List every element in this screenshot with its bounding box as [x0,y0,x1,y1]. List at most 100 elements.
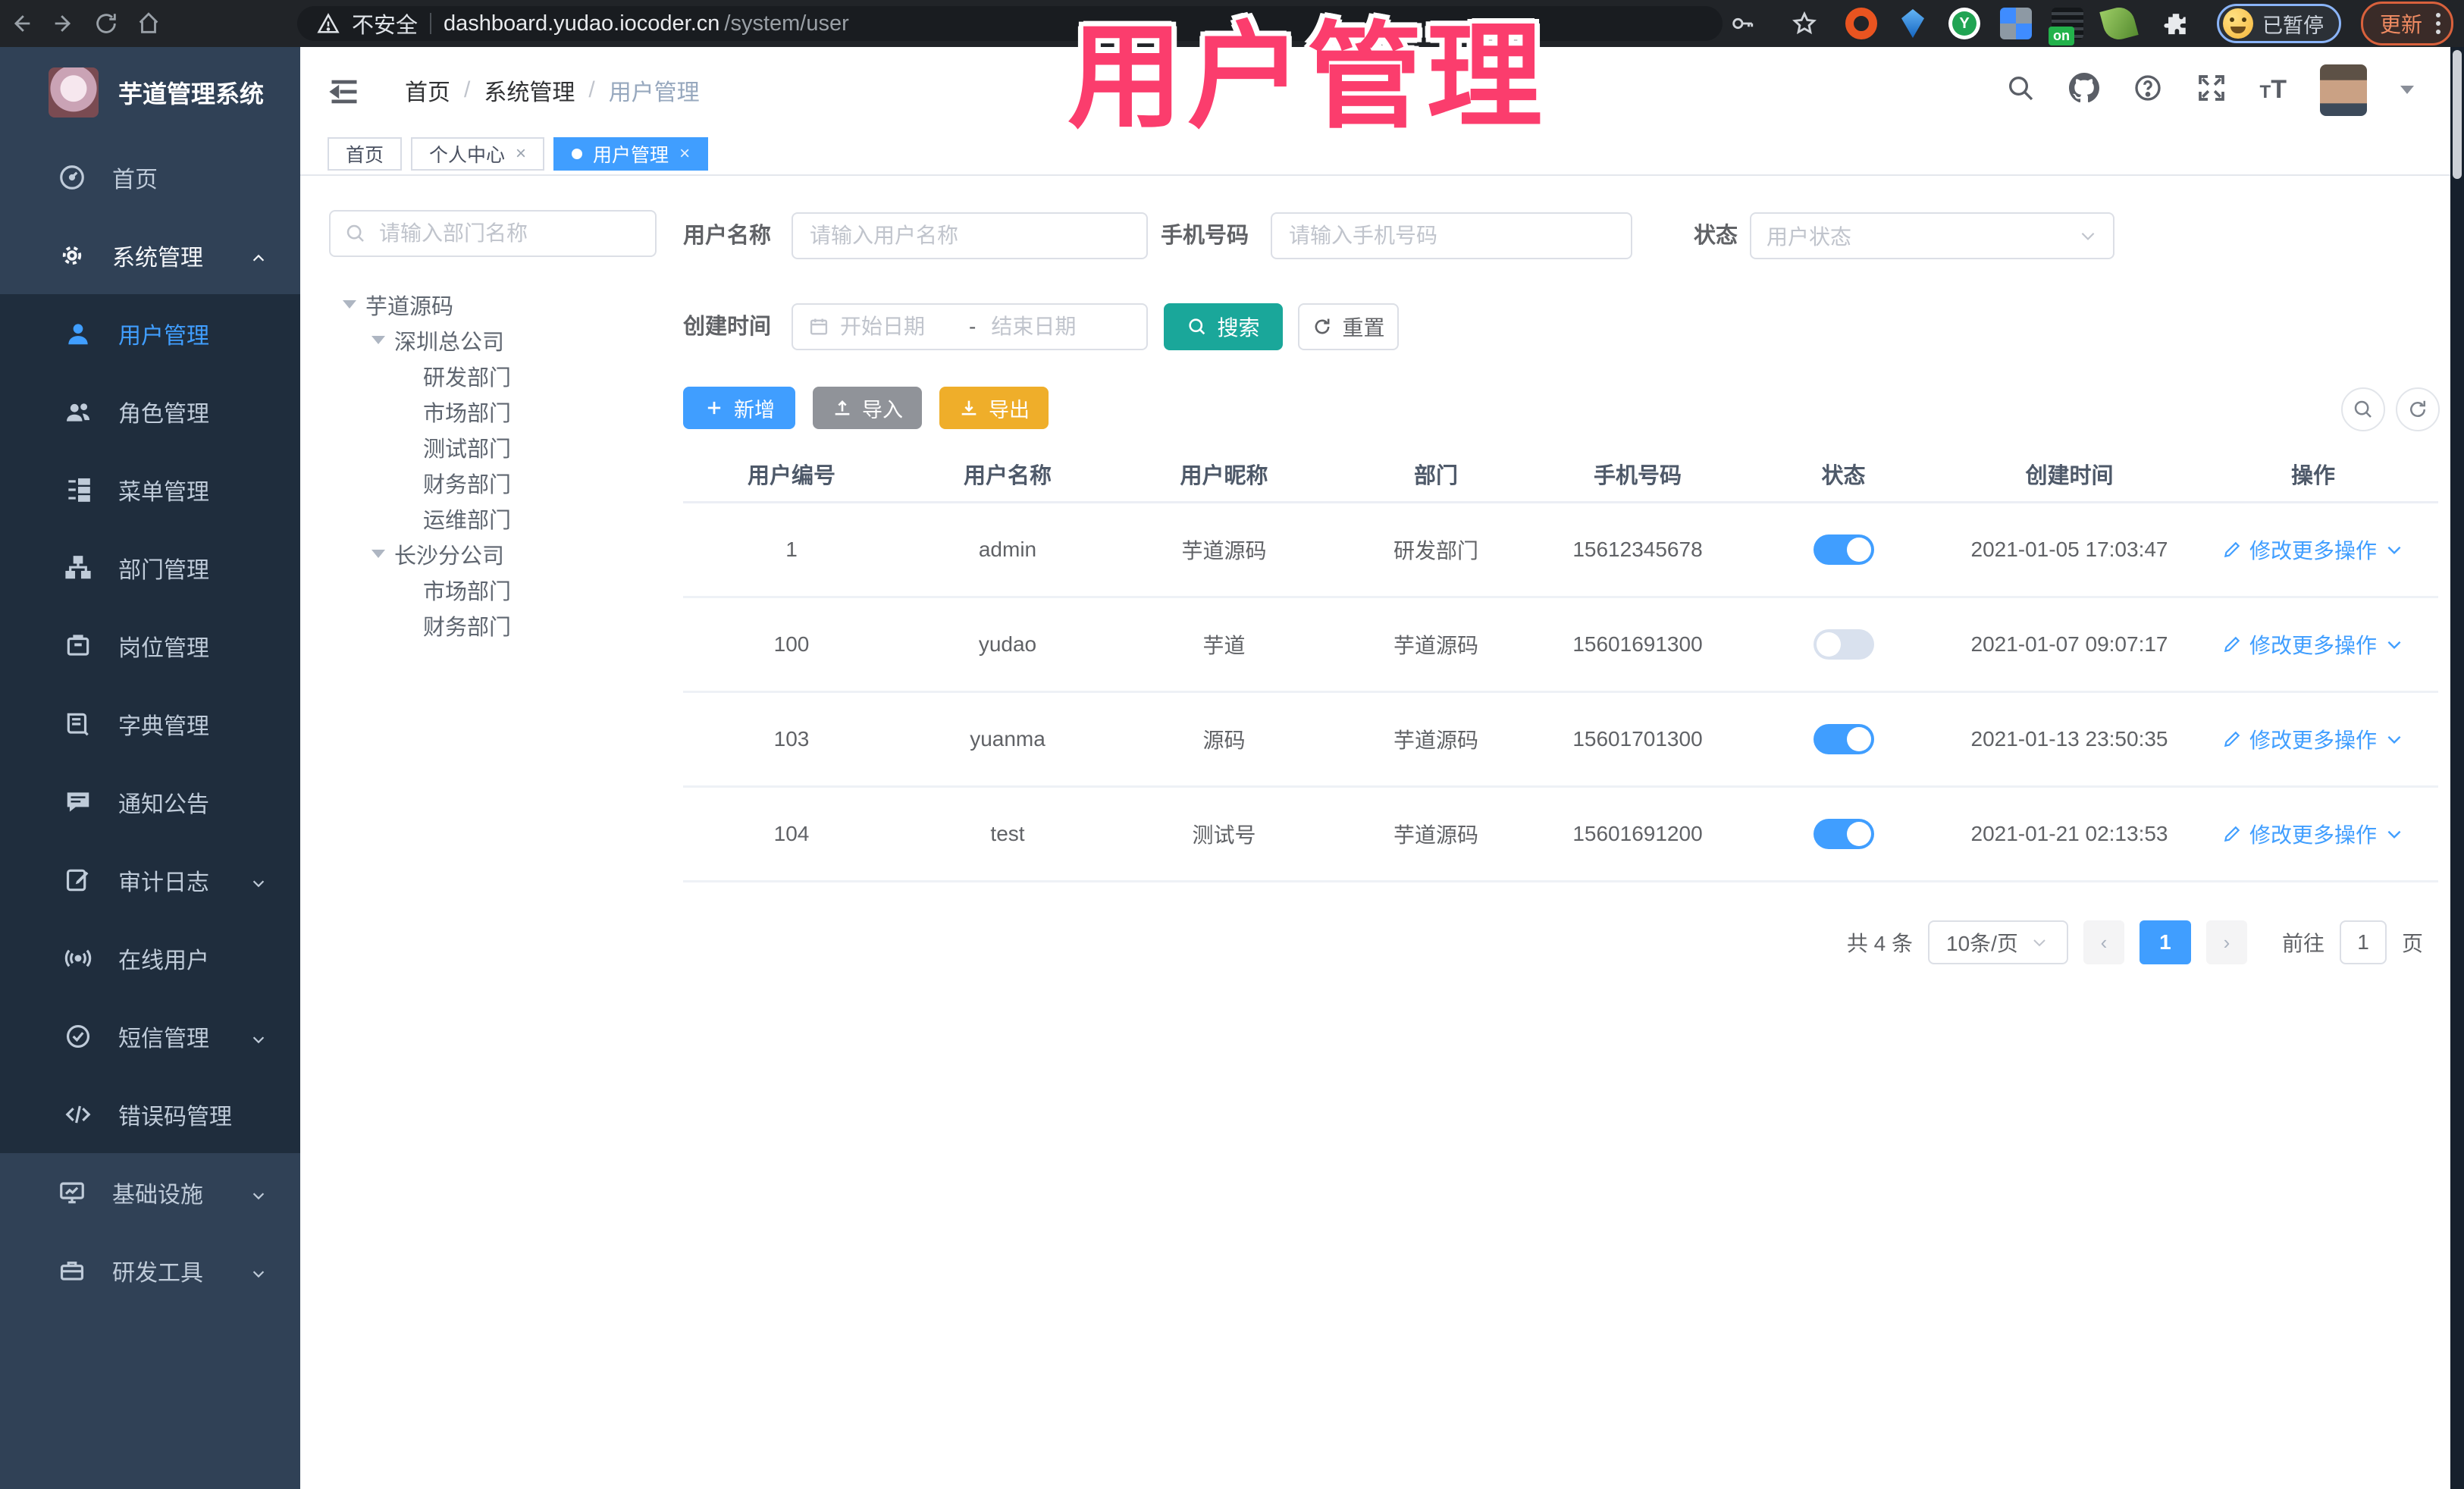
profile-chip[interactable]: 已暂停 [2216,4,2341,43]
sidebar-item-users[interactable]: 用户管理 [0,294,300,372]
back-icon[interactable] [0,2,42,45]
tree-node[interactable]: 研发部门 [329,358,663,393]
edit-link[interactable]: 修改 [2222,629,2292,660]
edit-link[interactable]: 修改 [2222,534,2292,565]
home-icon[interactable] [127,2,170,45]
more-actions-link[interactable]: 更多操作 [2292,534,2404,565]
search-button[interactable]: 搜索 [1164,303,1283,350]
status-toggle[interactable] [1813,534,1874,565]
tree-node[interactable]: 测试部门 [329,429,663,465]
sidebar-item-online[interactable]: 在线用户 [0,919,300,997]
date-start-input[interactable] [839,314,955,340]
more-actions-link[interactable]: 更多操作 [2292,724,2404,754]
avatar-caret-icon[interactable] [2400,86,2414,94]
sidebar-item-sms[interactable]: 短信管理 [0,997,300,1075]
goto-page-input[interactable]: 1 [2339,920,2387,964]
dept-search-box[interactable] [329,210,657,257]
extension-green-icon[interactable]: Y [1948,8,1980,39]
status-toggle[interactable] [1813,819,1874,849]
sidebar-item-dict[interactable]: 字典管理 [0,685,300,763]
sidebar-item-auditlog[interactable]: 审计日志 [0,841,300,919]
help-icon[interactable] [2133,73,2163,107]
tree-node[interactable]: 财务部门 [329,465,663,500]
prev-page-button[interactable]: ‹ [2083,920,2124,964]
date-end-input[interactable] [989,314,1107,340]
font-size-icon[interactable]: TT [2260,75,2287,105]
sidebar-item-infra[interactable]: 基础设施 [0,1153,300,1231]
sidebar-item-posts[interactable]: 岗位管理 [0,607,300,685]
sidebar-item-devtools[interactable]: 研发工具 [0,1231,300,1309]
kebab-menu-icon[interactable] [2436,13,2440,34]
edit-link[interactable]: 修改 [2222,819,2292,849]
toggle-search-button[interactable] [2341,387,2385,431]
briefcase-icon [60,1261,84,1281]
extension-grid-icon[interactable] [1999,8,2032,39]
bookmark-star-icon[interactable] [1783,2,1826,45]
caret-down-icon[interactable] [343,300,365,309]
import-button[interactable]: 导入 [813,387,922,429]
sidebar-logo[interactable]: 芋道管理系统 [0,47,300,138]
extension-orange-icon[interactable] [1845,8,1877,39]
status-select[interactable]: 用户状态 [1750,212,2114,259]
add-button[interactable]: 新增 [683,387,795,429]
tab-home[interactable]: 首页 [328,136,403,171]
more-actions-link[interactable]: 更多操作 [2292,629,2404,660]
page-size-select[interactable]: 10条/页 [1927,920,2068,964]
username-field[interactable] [792,212,1148,259]
extension-leaf-icon[interactable] [2099,4,2139,43]
current-page[interactable]: 1 [2139,920,2191,964]
close-icon[interactable]: × [679,143,690,165]
status-toggle[interactable] [1813,629,1874,660]
close-icon[interactable]: × [516,143,526,165]
edit-link[interactable]: 修改 [2222,724,2292,754]
tab-user-management[interactable]: 用户管理 × [553,136,709,171]
collapse-sidebar-icon[interactable] [328,75,361,105]
key-icon[interactable] [1721,2,1763,45]
breadcrumb-home[interactable]: 首页 [405,74,450,107]
sidebar-item-system[interactable]: 系统管理 [0,216,300,294]
tree-node[interactable]: 长沙分公司 [329,536,663,572]
tree-node[interactable]: 运维部门 [329,500,663,536]
status-toggle[interactable] [1813,724,1874,754]
caret-down-icon[interactable] [371,550,394,558]
breadcrumb-system[interactable]: 系统管理 [484,74,575,107]
github-icon[interactable] [2068,73,2099,107]
export-button[interactable]: 导出 [939,387,1049,429]
tree-node[interactable]: 市场部门 [329,572,663,607]
extension-switch-icon[interactable]: on [2048,8,2083,45]
more-actions-link[interactable]: 更多操作 [2292,819,2404,849]
mobile-field[interactable] [1271,212,1632,259]
search-icon[interactable] [2005,73,2036,107]
forward-icon[interactable] [42,2,85,45]
caret-down-icon[interactable] [371,336,394,344]
gear-icon [62,246,82,265]
sidebar-item-menus[interactable]: 菜单管理 [0,450,300,528]
security-label[interactable]: 不安全 [352,8,418,39]
reload-icon[interactable] [85,2,127,45]
extension-gem-icon[interactable] [1897,8,1929,39]
fullscreen-icon[interactable] [2196,73,2227,107]
dept-search-input[interactable] [378,221,641,246]
sidebar-item-home[interactable]: 首页 [0,138,300,216]
puzzle-extensions-icon[interactable] [2155,2,2197,45]
next-page-button[interactable]: › [2205,920,2247,964]
sidebar-item-roles[interactable]: 角色管理 [0,372,300,450]
mobile-input[interactable] [1287,223,1616,249]
scrollbar[interactable] [2450,47,2464,1489]
username-input[interactable] [808,223,1131,249]
tab-profile[interactable]: 个人中心 × [411,136,545,171]
date-range-field[interactable]: - [792,303,1148,350]
sidebar-item-depts[interactable]: 部门管理 [0,528,300,607]
tree-node[interactable]: 市场部门 [329,393,663,429]
tree-node[interactable]: 财务部门 [329,607,663,643]
user-avatar[interactable] [2320,64,2367,116]
tree-node[interactable]: 深圳总公司 [329,322,663,358]
tree-node[interactable]: 芋道源码 [329,287,663,322]
refresh-table-button[interactable] [2396,387,2440,431]
sidebar-item-notice[interactable]: 通知公告 [0,763,300,841]
reset-button[interactable]: 重置 [1298,303,1399,350]
scrollbar-thumb[interactable] [2453,50,2462,179]
sidebar-item-errorcode[interactable]: 错误码管理 [0,1075,300,1153]
badge-icon [67,634,89,656]
update-button[interactable]: 更新 [2360,2,2453,45]
